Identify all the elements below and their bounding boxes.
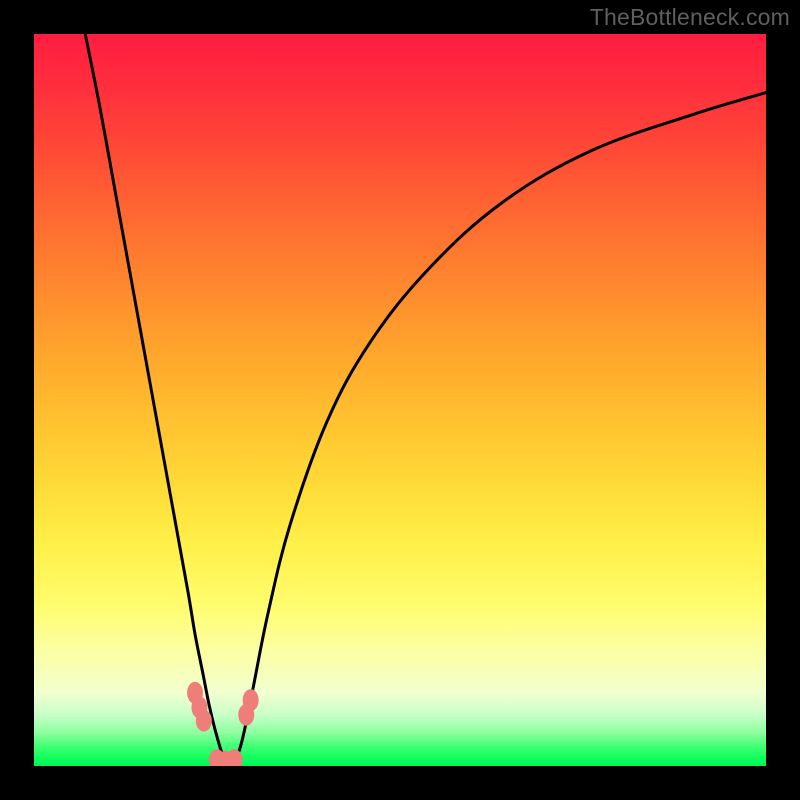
bottleneck-curve [85,34,766,763]
sample-beads [187,682,259,766]
bead [243,689,259,711]
chart-frame: TheBottleneck.com [0,0,800,800]
watermark-text: TheBottleneck.com [590,4,790,31]
plot-area [34,34,766,766]
bead [196,710,212,732]
curve-layer [34,34,766,766]
